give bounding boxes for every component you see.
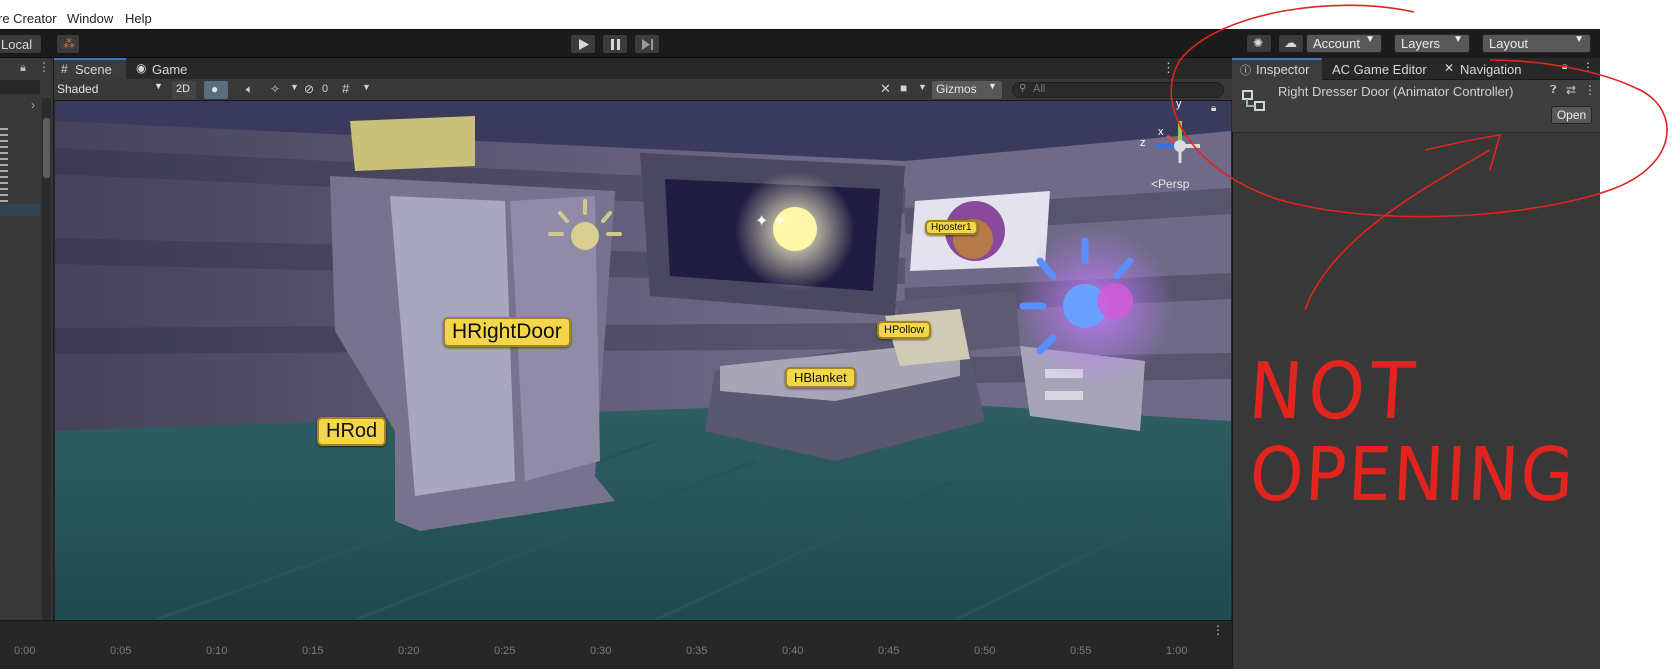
more-options-icon[interactable]: ⋮	[38, 60, 50, 74]
tab-game[interactable]: ◉ Game	[134, 58, 204, 80]
tools-icon[interactable]: ✕	[880, 81, 891, 97]
visibility-icon[interactable]: ⊘	[304, 82, 314, 96]
hierarchy-selected-row[interactable]	[0, 204, 40, 216]
hotspot-label-hposter1[interactable]: Hposter1	[925, 220, 978, 235]
hotspot-label-hrightdoor[interactable]: HRightDoor	[443, 317, 571, 347]
collab-icon: ⁂	[63, 37, 75, 51]
shading-mode-label: Shaded	[57, 82, 99, 96]
timeline-tick: 0:20	[398, 645, 420, 657]
mode-2d-toggle[interactable]: 2D	[172, 81, 196, 99]
local-label: Local	[1, 37, 33, 52]
timeline-tick: 0:00	[14, 645, 36, 657]
scene-tab-bar: # Scene ◉ Game ⋮	[54, 58, 1232, 80]
timeline-tick: 0:15	[302, 645, 324, 657]
chevron-left-icon: <	[1151, 177, 1159, 191]
menu-item-help[interactable]: Help	[125, 11, 152, 26]
timeline-tick: 0:40	[782, 645, 804, 657]
step-button[interactable]	[634, 34, 660, 54]
effects-icon[interactable]: ✧	[270, 82, 280, 96]
annotation-text-not: NOT	[1246, 347, 1423, 437]
pause-icon	[611, 39, 620, 50]
timeline-tick: 0:25	[494, 645, 516, 657]
timeline-tick: 0:45	[878, 645, 900, 657]
search-placeholder: All	[1033, 83, 1046, 95]
menu-item-creator[interactable]: re Creator	[0, 11, 57, 26]
shading-mode-dropdown[interactable]: Shaded ▼	[54, 81, 166, 99]
audio-icon[interactable]: 🔈︎	[246, 82, 253, 97]
timeline-tick: 0:10	[206, 645, 228, 657]
collab-button[interactable]: ⁂	[56, 34, 80, 54]
hierarchy-list[interactable]	[0, 128, 8, 206]
hidden-count: 0	[322, 83, 329, 95]
play-button[interactable]	[570, 34, 596, 54]
step-icon	[642, 39, 653, 50]
play-icon	[579, 39, 589, 50]
hierarchy-search[interactable]	[0, 80, 40, 94]
menu-item-window[interactable]: Window	[67, 11, 113, 26]
gamepad-icon: ◉	[136, 61, 147, 75]
hierarchy-panel: 🔒︎ ⋮ ›	[0, 58, 54, 620]
gizmos-label: Gizmos	[936, 82, 977, 96]
hotspot-label-hblanket[interactable]: HBlanket	[785, 367, 856, 388]
annotation-text-opening: OPENING	[1247, 432, 1578, 518]
svg-text:✦ ✦: ✦ ✦	[755, 211, 787, 230]
pause-button[interactable]	[602, 34, 628, 54]
grid-icon: #	[61, 62, 68, 76]
scene-toolbar: Shaded ▼ 2D ● 🔈︎ ✧ ▼ ⊘ 0 # ▼ ✕ ■ ▼ Gizmo…	[54, 79, 1232, 101]
chevron-right-icon[interactable]: ›	[31, 98, 35, 112]
chevron-down-icon[interactable]: ▼	[918, 82, 927, 92]
timeline-tick: 0:05	[110, 645, 132, 657]
local-button[interactable]: Local	[0, 34, 42, 54]
scene-viewport[interactable]: ✦ ✦ y x z 🔒︎ <Persp HRightDoor HRod HBla…	[55, 101, 1231, 620]
tab-scene[interactable]: # Scene	[54, 58, 126, 80]
tab-scene-label: Scene	[75, 62, 112, 77]
timeline-tick: 0:30	[590, 645, 612, 657]
timeline-panel[interactable]: ⋮ 0:00 0:05 0:10 0:15 0:20 0:25 0:30 0:3…	[0, 620, 1232, 669]
mode-2d-label: 2D	[176, 83, 191, 95]
lightbulb-icon: ●	[211, 82, 219, 96]
chevron-down-icon[interactable]: ▼	[362, 82, 371, 92]
hotspot-label-hpollow[interactable]: HPollow	[877, 321, 932, 339]
gizmos-dropdown[interactable]: Gizmos ▼	[932, 81, 1002, 99]
camera-icon[interactable]: ■	[900, 81, 907, 95]
chevron-down-icon: ▼	[988, 81, 997, 91]
grid-toggle-icon[interactable]: #	[342, 81, 349, 96]
tab-game-label: Game	[152, 62, 188, 77]
chevron-down-icon[interactable]: ▼	[290, 82, 299, 92]
scene-render: ✦ ✦	[55, 101, 1231, 620]
timeline-tick: 0:50	[974, 645, 996, 657]
lighting-toggle[interactable]: ●	[204, 81, 228, 99]
timeline-tick: 0:55	[1070, 645, 1092, 657]
search-icon: ⚲	[1019, 83, 1027, 94]
gizmo-z-label: z	[1140, 137, 1146, 149]
timeline-ruler[interactable]: 0:00 0:05 0:10 0:15 0:20 0:25 0:30 0:35 …	[14, 645, 1224, 665]
scrollbar-thumb[interactable]	[43, 118, 50, 178]
chevron-down-icon: ▼	[154, 81, 163, 91]
timeline-tick: 0:35	[686, 645, 708, 657]
lock-icon[interactable]: 🔒︎	[20, 62, 26, 75]
hotspot-label-hrod[interactable]: HRod	[317, 417, 387, 446]
red-annotation-scribble	[1170, 4, 1668, 311]
